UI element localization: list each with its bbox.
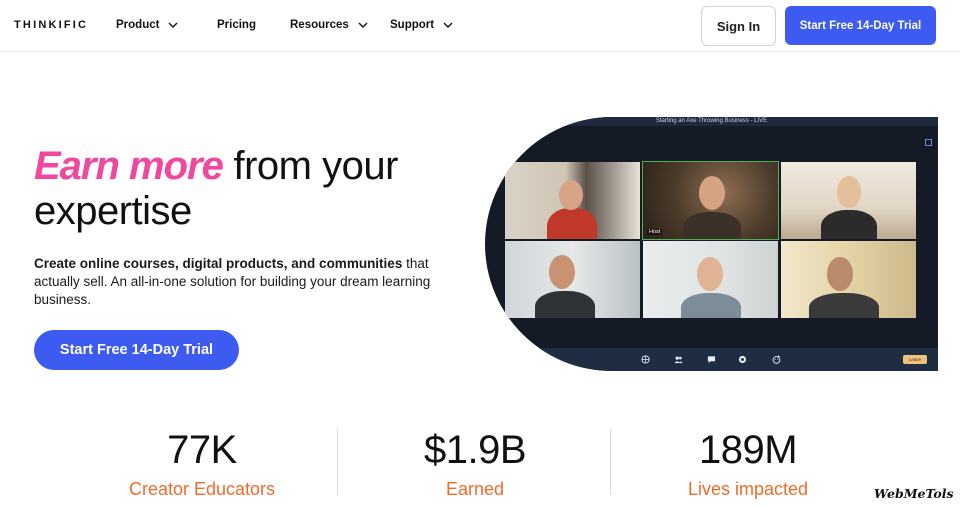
- people-icon[interactable]: [674, 355, 683, 364]
- participant-tile: [781, 241, 916, 318]
- stat-value: 189M: [698, 428, 798, 472]
- hero-headline: Earn more from your expertise: [34, 144, 474, 234]
- sign-in-button[interactable]: Sign In: [701, 6, 776, 46]
- reactions-icon[interactable]: [772, 355, 781, 364]
- start-trial-button-hero[interactable]: Start Free 14-Day Trial: [34, 330, 239, 370]
- start-trial-button-nav[interactable]: Start Free 14-Day Trial: [785, 6, 936, 45]
- chevron-down-icon: [443, 22, 453, 28]
- stat-creators: 77K Creator Educators: [87, 428, 317, 500]
- headline-accent: Earn more: [34, 144, 224, 188]
- chevron-down-icon: [168, 22, 178, 28]
- leave-button[interactable]: Leave: [903, 355, 927, 364]
- share-icon[interactable]: [738, 355, 747, 364]
- stat-divider: [337, 429, 338, 495]
- grid-view-icon: [925, 139, 932, 146]
- top-nav: THINKIFIC Product Pricing Resources Supp…: [0, 0, 960, 52]
- thinkific-logo[interactable]: THINKIFIC: [14, 19, 88, 31]
- nav-item-label: Product: [116, 19, 160, 31]
- chevron-down-icon: [358, 22, 368, 28]
- hero-description: Create online courses, digital products,…: [34, 255, 454, 309]
- nav-item-product[interactable]: Product: [116, 19, 179, 31]
- participant-tile-host: Host: [642, 161, 779, 240]
- stat-label: Creator Educators: [128, 479, 276, 499]
- stat-divider: [610, 429, 611, 495]
- stat-label: Earned: [445, 479, 505, 499]
- stat-value: 77K: [167, 428, 237, 472]
- nav-item-resources[interactable]: Resources: [290, 19, 369, 31]
- participant-tile: [781, 162, 916, 239]
- participant-tile: [505, 241, 640, 318]
- stat-value: $1.9B: [423, 428, 527, 472]
- nav-item-label: Support: [390, 19, 435, 31]
- nav-item-support[interactable]: Support: [390, 19, 454, 31]
- video-call-mockup: Starting an Axe Throwing Business - LIVE…: [485, 117, 938, 371]
- participant-tile: [643, 241, 778, 318]
- call-title: Starting an Axe Throwing Business - LIVE: [655, 118, 768, 124]
- nav-item-label: Resources: [290, 19, 349, 31]
- globe-icon[interactable]: [641, 355, 650, 364]
- stat-earned: $1.9B Earned: [360, 428, 590, 500]
- nav-item-pricing[interactable]: Pricing: [217, 19, 256, 31]
- description-bold: Create online courses, digital products,…: [34, 256, 403, 271]
- watermark-logo: WebMeTols: [874, 486, 954, 501]
- stat-label: Lives impacted: [687, 479, 809, 499]
- stat-lives: 189M Lives impacted: [633, 428, 863, 500]
- host-label: Host: [647, 229, 663, 235]
- participant-tile: [505, 162, 640, 239]
- nav-item-label: Pricing: [217, 19, 256, 31]
- chat-icon[interactable]: [707, 355, 716, 364]
